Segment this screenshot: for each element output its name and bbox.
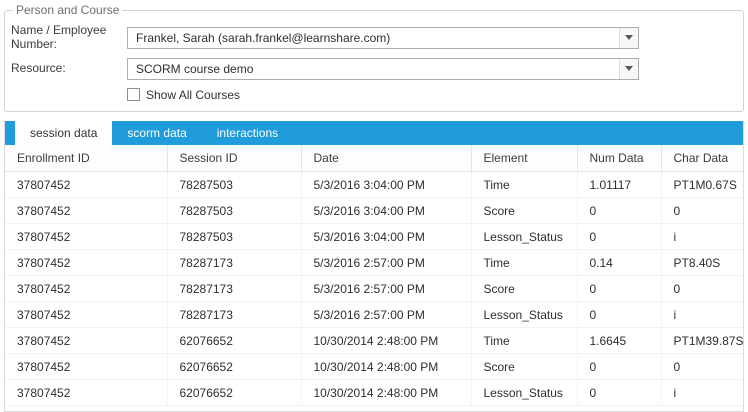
name-employee-dropdown[interactable]: Frankel, Sarah (sarah.frankel@learnshare… bbox=[127, 27, 639, 49]
table-cell: i bbox=[661, 224, 743, 250]
column-header-char-data[interactable]: Char Data bbox=[661, 145, 743, 172]
table-row[interactable]: 37807452782875035/3/2016 3:04:00 PMLesso… bbox=[5, 224, 743, 250]
table-cell: 78287503 bbox=[167, 224, 301, 250]
column-header-enrollment-id[interactable]: Enrollment ID bbox=[5, 145, 167, 172]
table-cell: 62076652 bbox=[167, 354, 301, 380]
name-employee-value: Frankel, Sarah (sarah.frankel@learnshare… bbox=[128, 31, 619, 45]
table-cell: 5/3/2016 3:04:00 PM bbox=[301, 224, 471, 250]
table-cell: 0 bbox=[661, 198, 743, 224]
resource-dropdown[interactable]: SCORM course demo bbox=[127, 58, 639, 80]
show-all-courses-label[interactable]: Show All Courses bbox=[146, 88, 240, 102]
table-cell: 0 bbox=[577, 380, 661, 406]
table-cell: 0 bbox=[661, 276, 743, 302]
table-cell: 0 bbox=[577, 354, 661, 380]
session-data-grid: Enrollment ID Session ID Date Element Nu… bbox=[5, 145, 743, 407]
table-cell: 37807452 bbox=[5, 354, 167, 380]
column-header-element[interactable]: Element bbox=[471, 145, 577, 172]
table-row[interactable]: 37807452782871735/3/2016 2:57:00 PMLesso… bbox=[5, 302, 743, 328]
table-cell: 78287173 bbox=[167, 276, 301, 302]
table-cell: PT1M39.87S bbox=[661, 328, 743, 354]
table-cell: i bbox=[661, 380, 743, 406]
column-header-date[interactable]: Date bbox=[301, 145, 471, 172]
table-cell: 37807452 bbox=[5, 328, 167, 354]
table-cell: 37807452 bbox=[5, 276, 167, 302]
table-row[interactable]: 37807452782871735/3/2016 2:57:00 PMScore… bbox=[5, 276, 743, 302]
table-cell: 78287173 bbox=[167, 250, 301, 276]
table-row[interactable]: 378074526207665210/30/2014 2:48:00 PMSco… bbox=[5, 354, 743, 380]
table-cell: Lesson_Status bbox=[471, 380, 577, 406]
table-cell: Time bbox=[471, 328, 577, 354]
table-cell: 10/30/2014 2:48:00 PM bbox=[301, 328, 471, 354]
resource-dropdown-button[interactable] bbox=[619, 59, 638, 79]
table-cell: 10/30/2014 2:48:00 PM bbox=[301, 354, 471, 380]
name-employee-label: Name / Employee Number: bbox=[11, 24, 127, 52]
table-cell: PT8.40S bbox=[661, 250, 743, 276]
table-header-row: Enrollment ID Session ID Date Element Nu… bbox=[5, 145, 743, 172]
table-cell: 0 bbox=[577, 198, 661, 224]
table-cell: 62076652 bbox=[167, 380, 301, 406]
table-cell: 78287503 bbox=[167, 172, 301, 198]
table-cell: 37807452 bbox=[5, 380, 167, 406]
table-cell: 1.01117 bbox=[577, 172, 661, 198]
table-cell: Time bbox=[471, 250, 577, 276]
table-cell: 0 bbox=[577, 302, 661, 328]
resource-value: SCORM course demo bbox=[128, 62, 619, 76]
table-cell: 37807452 bbox=[5, 224, 167, 250]
table-cell: 0 bbox=[577, 224, 661, 250]
table-cell: Lesson_Status bbox=[471, 224, 577, 250]
table-cell: Score bbox=[471, 276, 577, 302]
table-cell: 0.14 bbox=[577, 250, 661, 276]
table-cell: 37807452 bbox=[5, 198, 167, 224]
column-header-session-id[interactable]: Session ID bbox=[167, 145, 301, 172]
table-row[interactable]: 37807452782875035/3/2016 3:04:00 PMScore… bbox=[5, 198, 743, 224]
tab-scorm-data[interactable]: scorm data bbox=[112, 121, 201, 145]
data-panel: session data scorm data interactions Enr… bbox=[4, 121, 744, 412]
table-cell: 0 bbox=[577, 276, 661, 302]
app-window: Person and Course Name / Employee Number… bbox=[0, 0, 748, 412]
table-cell: 78287503 bbox=[167, 198, 301, 224]
chevron-down-icon bbox=[625, 35, 633, 40]
table-cell: Lesson_Status bbox=[471, 302, 577, 328]
table-body: 37807452782875035/3/2016 3:04:00 PMTime1… bbox=[5, 172, 743, 406]
table-cell: 5/3/2016 2:57:00 PM bbox=[301, 302, 471, 328]
resource-label: Resource: bbox=[11, 62, 127, 76]
name-dropdown-button[interactable] bbox=[619, 28, 638, 48]
table-cell: 37807452 bbox=[5, 250, 167, 276]
chevron-down-icon bbox=[625, 66, 633, 71]
table-cell: PT1M0.67S bbox=[661, 172, 743, 198]
tab-session-data[interactable]: session data bbox=[15, 121, 112, 145]
person-course-group: Person and Course Name / Employee Number… bbox=[4, 3, 744, 112]
table-cell: 62076652 bbox=[167, 328, 301, 354]
table-cell: 5/3/2016 2:57:00 PM bbox=[301, 276, 471, 302]
table-cell: 78287173 bbox=[167, 302, 301, 328]
name-employee-row: Name / Employee Number: Frankel, Sarah (… bbox=[11, 24, 735, 52]
table-cell: 5/3/2016 2:57:00 PM bbox=[301, 250, 471, 276]
show-all-courses-row: Show All Courses bbox=[127, 88, 735, 102]
groupbox-title: Person and Course bbox=[13, 3, 122, 17]
show-all-courses-checkbox[interactable] bbox=[127, 88, 140, 101]
table-cell: 37807452 bbox=[5, 302, 167, 328]
table-cell: Score bbox=[471, 198, 577, 224]
table-cell: 5/3/2016 3:04:00 PM bbox=[301, 172, 471, 198]
table-cell: i bbox=[661, 302, 743, 328]
resource-row: Resource: SCORM course demo bbox=[11, 58, 735, 80]
table-cell: Time bbox=[471, 172, 577, 198]
table-cell: Score bbox=[471, 354, 577, 380]
table-row[interactable]: 37807452782871735/3/2016 2:57:00 PMTime0… bbox=[5, 250, 743, 276]
table-row[interactable]: 378074526207665210/30/2014 2:48:00 PMLes… bbox=[5, 380, 743, 406]
table-cell: 1.6645 bbox=[577, 328, 661, 354]
tab-bar: session data scorm data interactions bbox=[5, 121, 743, 145]
column-header-num-data[interactable]: Num Data bbox=[577, 145, 661, 172]
table-row[interactable]: 378074526207665210/30/2014 2:48:00 PMTim… bbox=[5, 328, 743, 354]
table-cell: 10/30/2014 2:48:00 PM bbox=[301, 380, 471, 406]
tab-interactions[interactable]: interactions bbox=[202, 121, 293, 145]
table-row[interactable]: 37807452782875035/3/2016 3:04:00 PMTime1… bbox=[5, 172, 743, 198]
table-cell: 0 bbox=[661, 354, 743, 380]
table-cell: 37807452 bbox=[5, 172, 167, 198]
table-cell: 5/3/2016 3:04:00 PM bbox=[301, 198, 471, 224]
